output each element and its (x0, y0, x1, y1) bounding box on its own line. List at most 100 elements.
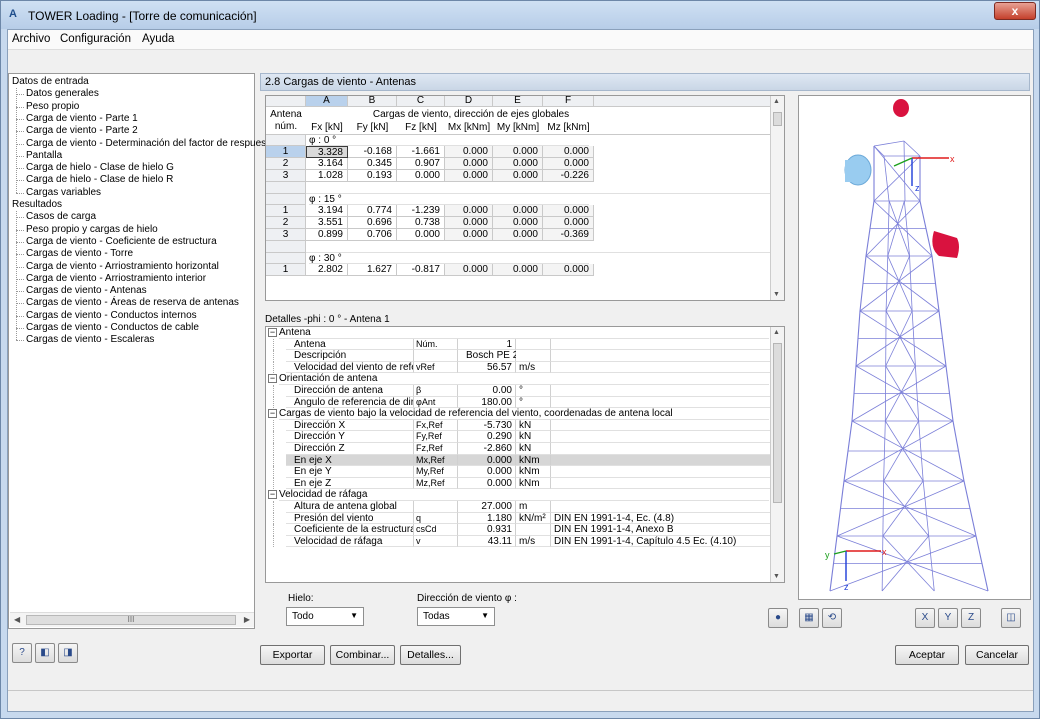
detail-name[interactable]: Presión del viento (286, 512, 414, 525)
tree-item[interactable]: Cargas de viento - Antenas (26, 285, 147, 297)
table-cell[interactable]: 0.000 (543, 146, 594, 158)
table-cell[interactable]: 0.000 (493, 205, 543, 217)
table-cell[interactable]: 3.164 (306, 158, 348, 170)
table-cell[interactable]: 3.194 (306, 205, 348, 217)
table-cell[interactable]: 3.551 (306, 217, 348, 229)
tree-item[interactable]: Casos de carga (26, 211, 96, 223)
detail-name[interactable]: En eje Z (286, 477, 414, 490)
row-number[interactable]: 1 (266, 264, 306, 276)
tree-item[interactable]: Carga de viento - Determinación del fact… (26, 138, 274, 150)
scroll-down-icon[interactable]: ▼ (773, 573, 780, 580)
detail-name[interactable]: Descripción (286, 350, 414, 362)
table-cell[interactable]: 0.000 (543, 264, 594, 276)
detail-name[interactable]: Dirección de antena (286, 385, 414, 397)
wind-direction-select[interactable]: Todas ▼ (417, 607, 495, 626)
previous-button[interactable]: ◧ (35, 643, 55, 663)
scroll-thumb[interactable]: III (26, 615, 236, 625)
detail-value[interactable]: 0.290 (458, 431, 516, 443)
table-cell[interactable]: 0.696 (348, 217, 397, 229)
table-cell[interactable]: 0.899 (306, 229, 348, 241)
tree-item[interactable]: Cargas variables (26, 187, 101, 199)
table-cell[interactable]: 0.907 (397, 158, 445, 170)
detail-value[interactable]: 43.11 (458, 535, 516, 548)
table-cell[interactable]: -1.661 (397, 146, 445, 158)
view-z-button[interactable]: Z (961, 608, 981, 628)
detail-name[interactable]: Dirección Z (286, 443, 414, 455)
row-number[interactable]: 2 (266, 217, 306, 229)
detail-name[interactable]: Antena (286, 338, 414, 351)
row-number[interactable]: 1 (266, 205, 306, 217)
horizontal-scrollbar[interactable]: ◀ III ▶ (10, 612, 254, 627)
detail-name[interactable]: Dirección Y (286, 431, 414, 443)
menu-archivo[interactable]: Archivo (12, 33, 50, 45)
tree-item[interactable]: Carga de viento - Arriostramiento interi… (26, 273, 206, 285)
table-cell[interactable]: 0.000 (493, 146, 543, 158)
table-cell[interactable]: 0.000 (543, 217, 594, 229)
tree-item[interactable]: Cargas de viento - Conductos de cable (26, 322, 199, 334)
export-button[interactable]: Exportar (260, 645, 325, 665)
table-cell[interactable]: 0.000 (445, 146, 493, 158)
detail-name[interactable]: Ángulo de referencia de dire (286, 396, 414, 409)
tree-item[interactable]: Carga de viento - Parte 2 (26, 125, 138, 137)
scroll-thumb[interactable] (773, 112, 782, 126)
table-cell[interactable]: 1.627 (348, 264, 397, 276)
row-number[interactable]: 3 (266, 170, 306, 182)
row-number[interactable]: 3 (266, 229, 306, 241)
accept-button[interactable]: Aceptar (895, 645, 959, 665)
details-table[interactable]: − Antena Antena Núm. 1 Descripción Bosch PE 2-… (265, 326, 785, 583)
results-table[interactable]: A B C D E F Antena núm. Cargas de viento, direcc… (265, 95, 785, 301)
scroll-thumb[interactable] (773, 343, 782, 503)
help-button[interactable]: ? (12, 643, 32, 663)
detail-value[interactable]: 56.57 (458, 361, 516, 374)
table-cell[interactable]: 0.000 (543, 205, 594, 217)
detail-value[interactable]: Bosch PE 2-6.7/2P-X (458, 350, 561, 362)
detail-name[interactable]: Velocidad de ráfaga (286, 535, 414, 548)
table-cell[interactable]: 0.193 (348, 170, 397, 182)
collapse-icon[interactable]: − (268, 490, 277, 500)
tree-input-root[interactable]: Datos de entrada (12, 76, 89, 88)
detail-name[interactable]: En eje Y (286, 466, 414, 478)
details-button[interactable]: Detalles... (400, 645, 461, 665)
view-x-button[interactable]: X (915, 608, 935, 628)
table-cell[interactable]: 2.802 (306, 264, 348, 276)
detail-value[interactable]: 180.00 (458, 396, 516, 409)
detail-name[interactable]: Coeficiente de la estructura (286, 524, 414, 536)
details-section-title[interactable]: Orientación de antena (279, 373, 769, 385)
table-cell[interactable]: -0.369 (543, 229, 594, 241)
detail-value[interactable]: -2.860 (458, 443, 516, 455)
column-letter[interactable]: D (445, 96, 493, 107)
scroll-up-icon[interactable]: ▲ (773, 98, 780, 105)
table-cell[interactable]: 0.738 (397, 217, 445, 229)
column-letter[interactable]: F (543, 96, 594, 107)
rotate-view-button[interactable]: ⟲ (822, 608, 842, 628)
table-cell[interactable]: 0.000 (445, 229, 493, 241)
tree-item[interactable]: Peso propio y cargas de hielo (26, 224, 158, 236)
tree-item[interactable]: Peso propio (26, 101, 79, 113)
tree-item[interactable]: Cargas de viento - Conductos internos (26, 310, 197, 322)
details-section-title[interactable]: Cargas de viento bajo la velocidad de re… (279, 408, 769, 420)
view-button[interactable]: ● (768, 608, 788, 628)
table-cell[interactable]: 0.706 (348, 229, 397, 241)
table-cell[interactable]: -1.239 (397, 205, 445, 217)
detail-value[interactable]: 0.000 (458, 466, 516, 478)
detail-value[interactable]: 0.000 (458, 454, 516, 467)
table-vertical-scrollbar[interactable]: ▲ ▼ (770, 96, 784, 300)
table-cell[interactable]: -0.817 (397, 264, 445, 276)
table-cell[interactable]: -0.226 (543, 170, 594, 182)
column-letter[interactable]: C (397, 96, 445, 107)
render-toggle-button[interactable]: ▦ (799, 608, 819, 628)
table-cell[interactable]: 0.000 (493, 217, 543, 229)
tree-item[interactable]: Cargas de viento - Áreas de reserva de a… (26, 297, 239, 309)
column-letter[interactable]: E (493, 96, 543, 107)
table-cell[interactable]: -0.168 (348, 146, 397, 158)
menu-ayuda[interactable]: Ayuda (142, 33, 174, 45)
tree-item[interactable]: Cargas de viento - Escaleras (26, 334, 154, 346)
next-button[interactable]: ◨ (58, 643, 78, 663)
collapse-icon[interactable]: − (268, 374, 277, 384)
scroll-up-icon[interactable]: ▲ (773, 329, 780, 336)
table-cell[interactable]: 3.328 (306, 146, 348, 158)
table-cell[interactable]: 0.000 (493, 170, 543, 182)
table-cell[interactable]: 0.000 (445, 170, 493, 182)
column-letter[interactable]: A (306, 96, 348, 107)
cancel-button[interactable]: Cancelar (965, 645, 1029, 665)
